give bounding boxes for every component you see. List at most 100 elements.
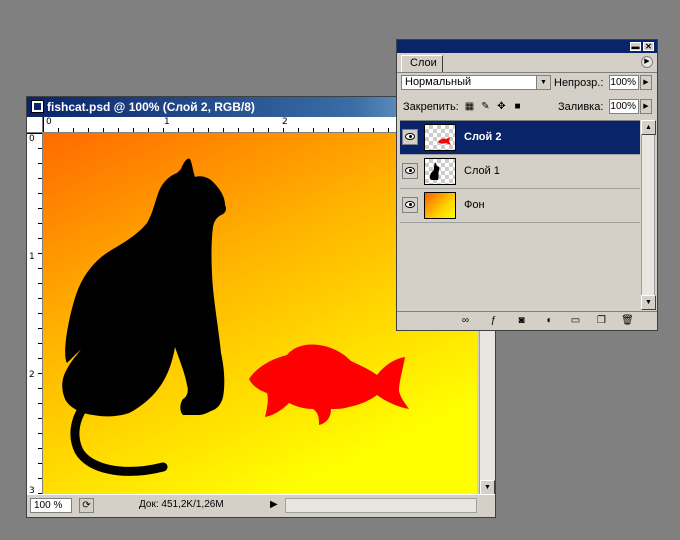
ruler-tick (328, 128, 329, 132)
ruler-tick (208, 128, 209, 132)
ruler-tick (38, 298, 42, 299)
new-layer-icon[interactable]: ❐ (595, 315, 608, 327)
eye-visibility-icon[interactable] (402, 163, 418, 179)
minimize-icon[interactable]: ▬ (630, 42, 641, 51)
vertical-ruler[interactable]: 0 1 2 3 (27, 133, 43, 495)
ruler-tick (38, 178, 42, 179)
chevron-down-icon[interactable]: ▼ (536, 76, 550, 89)
layer-style-icon[interactable]: ƒ (487, 315, 500, 327)
scroll-down-arrow-icon[interactable]: ▼ (641, 295, 656, 310)
ruler-tick (38, 358, 42, 359)
panel-titlebar[interactable]: ▬ ✕ (397, 40, 657, 53)
trash-delete-icon[interactable]: 🗑 (621, 315, 634, 327)
opacity-slider-arrow-icon[interactable]: ▶ (640, 75, 652, 90)
panel-tab-row: Слои ▶ (397, 53, 657, 73)
cat-thumb-shape (429, 162, 440, 180)
ruler-tick (58, 128, 59, 132)
ruler-origin[interactable] (27, 117, 43, 133)
ruler-tick (38, 313, 42, 314)
ruler-tick (268, 128, 269, 132)
fill-field[interactable]: 100% (609, 99, 639, 114)
layer-row-sloy-2[interactable]: Слой 2 (400, 121, 640, 155)
layer-name: Слой 1 (464, 165, 500, 177)
blend-mode-value: Нормальный (405, 76, 472, 88)
lock-transparency-icon[interactable]: ▦ (463, 100, 476, 113)
ruler-tick (118, 128, 119, 132)
link-layers-icon[interactable]: ∞ (459, 315, 472, 327)
ruler-h-label: 2 (282, 117, 288, 127)
ruler-tick (38, 448, 42, 449)
document-title: fishcat.psd @ 100% (Слой 2, RGB/8) (47, 100, 255, 114)
ruler-tick (103, 128, 104, 132)
fill-label: Заливка: (558, 101, 604, 113)
horizontal-scrollbar[interactable] (285, 498, 477, 513)
ruler-tick (343, 128, 344, 132)
ruler-tick (38, 148, 42, 149)
layer-name: Слой 2 (464, 131, 502, 143)
ruler-tick (193, 128, 194, 132)
layer-mask-icon[interactable]: ◙ (515, 315, 528, 327)
ruler-tick (38, 283, 42, 284)
ruler-tick (38, 388, 42, 389)
new-group-folder-icon[interactable]: ▭ (569, 315, 582, 327)
ruler-tick (38, 463, 42, 464)
document-size-info: Док: 451,2K/1,26M (139, 499, 224, 510)
layer-name: Фон (464, 199, 485, 211)
ruler-tick (38, 238, 42, 239)
ruler-tick (163, 128, 164, 132)
ruler-tick (38, 268, 42, 269)
ruler-tick (38, 163, 42, 164)
adjustment-layer-icon[interactable]: ◐ (543, 315, 556, 327)
ruler-tick (253, 128, 254, 132)
cat-thumb-svg (429, 162, 440, 180)
layers-panel: ▬ ✕ Слои ▶ Нормальный ▼ Непрозр.: 100% ▶… (396, 39, 658, 331)
lock-image-brush-icon[interactable]: ✎ (479, 100, 492, 113)
ruler-tick (27, 133, 42, 134)
tab-layers[interactable]: Слои (401, 55, 443, 72)
opacity-label: Непрозр.: (554, 77, 604, 89)
opacity-field[interactable]: 100% (609, 75, 639, 90)
ruler-tick (38, 418, 42, 419)
ruler-h-label: 0 (46, 117, 52, 127)
ruler-v-label: 2 (29, 370, 35, 380)
ruler-tick (238, 128, 239, 132)
ruler-tick (38, 253, 42, 254)
layer-row-fon[interactable]: Фон (400, 189, 640, 223)
ruler-tick (73, 128, 74, 132)
ruler-tick (223, 128, 224, 132)
fill-slider-arrow-icon[interactable]: ▶ (640, 99, 652, 114)
eye-visibility-icon[interactable] (402, 197, 418, 213)
ruler-tick (38, 208, 42, 209)
photoshop-document-icon (31, 100, 44, 113)
scroll-down-arrow-icon[interactable]: ▼ (480, 480, 495, 495)
layer-list: Слой 2 Слой 1 Фон (400, 120, 640, 311)
blend-mode-select[interactable]: Нормальный ▼ (401, 75, 551, 90)
layers-scrollbar[interactable]: ▲ ▼ (641, 120, 656, 310)
eye-visibility-icon[interactable] (402, 129, 418, 145)
layer-row-sloy-1[interactable]: Слой 1 (400, 155, 640, 189)
ruler-h-label: 1 (164, 117, 170, 127)
status-menu-arrow-icon[interactable]: ▶ (270, 499, 278, 510)
ruler-tick (38, 223, 42, 224)
fish-thumb-svg (438, 137, 451, 145)
status-info-icon[interactable]: ⟳ (79, 498, 94, 513)
ruler-tick (38, 403, 42, 404)
layer-thumbnail-cat (424, 158, 456, 185)
panel-menu-icon[interactable]: ▶ (641, 56, 653, 68)
lock-position-move-icon[interactable]: ✥ (495, 100, 508, 113)
layer-thumbnail-background (424, 192, 456, 219)
ruler-tick (88, 128, 89, 132)
ruler-tick (148, 128, 149, 132)
ruler-tick (373, 128, 374, 132)
ruler-v-label: 1 (29, 252, 35, 262)
ruler-tick (298, 128, 299, 132)
ruler-tick (133, 128, 134, 132)
ruler-tick (38, 433, 42, 434)
zoom-field[interactable]: 100 % (30, 498, 72, 513)
close-icon[interactable]: ✕ (643, 42, 654, 51)
ruler-tick (178, 128, 179, 132)
ruler-tick (43, 117, 44, 132)
lock-all-icon[interactable]: ■ (511, 100, 524, 113)
ruler-tick (388, 128, 389, 132)
scroll-up-arrow-icon[interactable]: ▲ (641, 120, 656, 135)
